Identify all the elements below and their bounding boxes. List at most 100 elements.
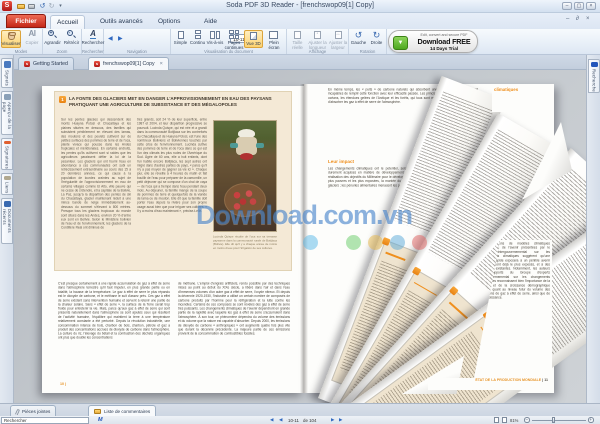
zoom-slider-track[interactable] xyxy=(532,419,586,421)
zoom-out-icon[interactable]: − xyxy=(524,417,530,423)
feature-title: LA FONTE DES GLACIERS MET EN DANGER L'AP… xyxy=(69,96,272,107)
visualiser-button[interactable]: Visualiser xyxy=(1,30,21,48)
fit-width-icon: ↔ xyxy=(334,30,342,39)
app-logo-icon: S xyxy=(2,1,12,11)
zoom-slider-thumb[interactable] xyxy=(552,417,555,423)
undo-icon[interactable]: ↺ xyxy=(38,2,47,11)
open-file-icon[interactable] xyxy=(16,2,25,11)
window-close-button[interactable]: × xyxy=(586,2,596,10)
magnifier-minus-icon: - xyxy=(66,30,77,40)
rail-tab-recherche[interactable]: Recherche xyxy=(588,59,600,93)
group-rechercher: A Rechercher Rechercher xyxy=(81,29,105,54)
fullscreen-button[interactable]: Plein écran xyxy=(264,30,284,51)
actual-size-button[interactable]: Taille réelle xyxy=(288,30,307,51)
download-free-button[interactable]: ▼ Edit, convert and secure PDF Download … xyxy=(388,30,478,53)
search-panel-icon xyxy=(590,62,598,68)
print-icon[interactable] xyxy=(27,2,36,11)
left-panel-rail: Signets Aperçu de la page Signatures Lie… xyxy=(0,55,14,403)
tab-aide[interactable]: Aide xyxy=(198,15,223,29)
zoom-out-button[interactable]: - Rétrécir xyxy=(62,30,81,46)
actual-size-icon xyxy=(292,30,303,40)
view-simple-button[interactable]: Simple xyxy=(172,30,189,46)
app-window: S ↺ ↻ ▾ Soda PDF 3D Reader - [frenchswop… xyxy=(0,0,600,424)
bookmark-icon xyxy=(3,61,11,68)
page-left: 1 LA FONTE DES GLACIERS MET EN DANGER L'… xyxy=(42,86,304,393)
download-tagline: Edit, convert and secure PDF xyxy=(420,32,468,37)
watermark-text: Download.com.vn xyxy=(196,200,413,230)
view-continuous-facing-button[interactable]: Pages continues xyxy=(224,30,244,51)
document-tab-bar: s Getting Started s frenchswop09[1] Copy… xyxy=(14,55,586,70)
previous-page-icon[interactable]: ◀ xyxy=(108,35,113,42)
window-maximize-button[interactable]: ▢ xyxy=(574,2,584,10)
find-icon[interactable]: M xyxy=(98,417,103,423)
single-page-view-icon[interactable] xyxy=(494,417,499,423)
status-search-input[interactable]: Rechercher xyxy=(1,416,89,424)
zoom-in-icon[interactable]: + xyxy=(588,417,594,423)
document-minimize-icon[interactable]: – xyxy=(566,16,569,22)
link-icon xyxy=(3,176,11,181)
fullscreen-icon xyxy=(269,30,280,40)
folder-icon xyxy=(94,409,101,414)
text-select-icon: AI xyxy=(28,29,37,38)
rotate-left-button[interactable]: ↺ Gauche xyxy=(350,30,367,46)
fit-width-button[interactable]: ↔ Ajuster la largeur xyxy=(328,30,348,51)
rotate-left-icon: ↺ xyxy=(354,30,363,40)
doc-tab-frenchswop[interactable]: s frenchswop09[1] Copy × xyxy=(88,57,169,70)
watermark-circle-yellow xyxy=(368,235,383,250)
next-page-icon[interactable]: ▶ xyxy=(331,417,335,423)
body-column-2: de méthane. L'emploi d'engrais artificie… xyxy=(178,282,290,336)
fit-height-button[interactable]: ↕ Ajuster la longueur xyxy=(307,30,328,51)
tab-options[interactable]: Options xyxy=(152,15,186,29)
bottom-tab-bar: Pièces jointes Liste de commentaires xyxy=(0,403,600,417)
rotate-right-button[interactable]: ↻ Droite xyxy=(368,30,385,46)
rail-tab-signatures[interactable]: Signatures xyxy=(1,138,13,170)
fit-height-icon: ↕ xyxy=(312,30,323,40)
document-close-icon[interactable]: × xyxy=(586,16,590,22)
search-button[interactable]: A Rechercher xyxy=(82,29,104,46)
tab-outils-avances[interactable]: Outils avancés xyxy=(94,15,149,29)
recent-documents-icon xyxy=(3,201,11,207)
document-viewport[interactable]: 1 LA FONTE DES GLACIERS MET EN DANGER L'… xyxy=(14,70,586,403)
paperclip-icon xyxy=(14,408,21,415)
rail-tab-documents-recents[interactable]: Documents récents xyxy=(1,198,13,244)
window-title: Soda PDF 3D Reader - [frenchswop09[1] Co… xyxy=(226,2,374,9)
doc-tab-getting-started[interactable]: s Getting Started xyxy=(18,57,74,70)
stacked-pages-icon xyxy=(192,30,203,40)
view-facing-button[interactable]: Vis-à-vis xyxy=(206,30,224,46)
zoom-percent-label: 81% xyxy=(510,417,519,423)
rail-tab-signets[interactable]: Signets xyxy=(1,58,13,88)
document-restore-icon[interactable]: ∂ xyxy=(576,16,579,22)
double-page-view-icon[interactable] xyxy=(502,417,507,423)
hand-icon xyxy=(6,31,17,41)
download-arrow-icon: ▼ xyxy=(393,35,408,50)
quick-access-dropdown-icon[interactable]: ▾ xyxy=(56,2,65,11)
rotate-right-icon: ↻ xyxy=(372,30,381,40)
rail-tab-apercu[interactable]: Aperçu de la page xyxy=(1,91,13,135)
right-page-footer: ÉTAT DE LA PRODUCTION MONDIALE | 11 xyxy=(428,378,552,390)
group-rotation: ↺ Gauche ↻ Droite Rotation xyxy=(349,29,387,54)
copier-button[interactable]: AI Copier xyxy=(22,29,42,46)
previous-page-icon[interactable]: ◀ xyxy=(279,417,283,423)
view-continuous-button[interactable]: Continu xyxy=(189,30,206,46)
title-bar: S ↺ ↻ ▾ Soda PDF 3D Reader - [frenchswop… xyxy=(0,0,600,13)
watermark-circle-blue xyxy=(303,235,318,250)
tab-accueil[interactable]: Accueil xyxy=(50,15,85,29)
next-page-icon[interactable]: ▶ xyxy=(118,35,123,42)
status-page-count: de 104 xyxy=(303,417,317,423)
zoom-in-button[interactable]: + Agrandir xyxy=(43,30,62,46)
group-navigation: ◀ ▶ 10-11 de 104 ▸ Navigation xyxy=(104,29,272,54)
tab-close-icon[interactable]: × xyxy=(160,61,163,67)
pdf-file-icon: s xyxy=(24,61,30,67)
download-subtitle: 14 Days Trial xyxy=(429,45,459,51)
file-menu-button[interactable]: Fichier xyxy=(6,14,46,28)
last-page-icon[interactable]: ▶ xyxy=(339,417,343,423)
window-minimize-button[interactable]: – xyxy=(562,2,572,10)
feature-column-1: Sur les pentes glacées qui descendent de… xyxy=(61,118,131,230)
rail-tab-liens[interactable]: Liens xyxy=(1,173,13,195)
redo-icon[interactable]: ↻ xyxy=(47,2,56,11)
ribbon-toolbar: Visualiser AI Copier Modes + Agrandir - … xyxy=(0,29,600,55)
first-page-icon[interactable]: ◀ xyxy=(270,417,274,423)
facing-pages-icon xyxy=(210,30,221,40)
view-3d-button[interactable]: Vue 3D xyxy=(244,30,263,48)
feature-column-2: très grands, soit 24 % de leur superfici… xyxy=(137,118,207,214)
